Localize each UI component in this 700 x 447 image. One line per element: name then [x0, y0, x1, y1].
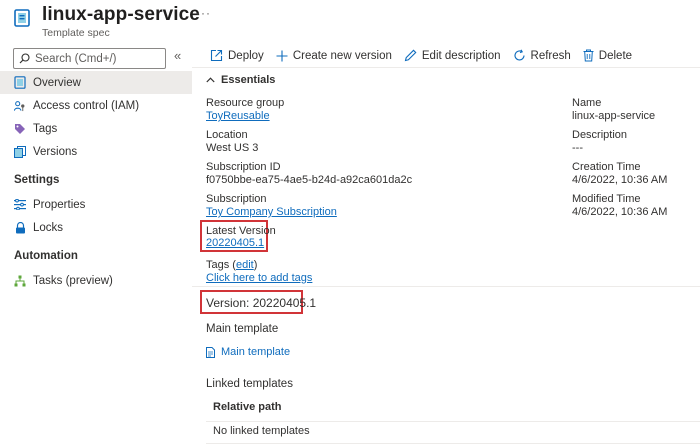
- create-new-version-button[interactable]: Create new version: [276, 50, 392, 62]
- pencil-icon: [404, 49, 417, 62]
- subscription-label: Subscription: [206, 193, 267, 205]
- table-row: No linked templates: [206, 425, 700, 445]
- tag-icon: [14, 123, 26, 135]
- properties-icon: [14, 199, 26, 211]
- sidebar-item-properties[interactable]: Properties: [0, 193, 192, 216]
- name-value: linux-app-service: [572, 110, 656, 122]
- settings-section-title: Settings: [14, 174, 60, 186]
- versions-icon: [14, 145, 26, 158]
- table-header-divider: [206, 421, 700, 422]
- linked-templates-title: Linked templates: [206, 378, 293, 390]
- subscription-link[interactable]: Toy Company Subscription: [206, 206, 337, 218]
- sidebar-item-locks[interactable]: Locks: [0, 216, 192, 239]
- collapse-sidebar-button[interactable]: «: [174, 48, 181, 63]
- description-label: Description: [572, 129, 628, 141]
- edit-description-label: Edit description: [421, 49, 501, 62]
- subscription-id-value: f0750bbe-ea75-4ae5-b24d-a92ca601da2c: [206, 174, 413, 186]
- version-heading: Version: 20220405.1: [206, 296, 317, 310]
- overview-icon: [14, 76, 26, 89]
- sidebar-item-label: Overview: [33, 76, 81, 89]
- location-value: West US 3: [206, 142, 259, 154]
- description-value: ---: [572, 142, 583, 154]
- sidebar-item-overview[interactable]: Overview: [0, 71, 192, 94]
- page-subtitle: Template spec: [42, 27, 110, 39]
- main-template-link-label: Main template: [221, 346, 291, 358]
- main-template-link[interactable]: Main template: [206, 346, 290, 358]
- essentials-title: Essentials: [221, 74, 276, 86]
- sidebar-item-label: Versions: [33, 145, 78, 158]
- deploy-icon: [210, 49, 223, 62]
- chevron-up-icon: [206, 77, 215, 83]
- sidebar-item-access-control[interactable]: Access control (IAM): [0, 94, 192, 117]
- latest-version-link[interactable]: 20220405.1: [206, 237, 264, 249]
- template-spec-icon: [14, 9, 30, 27]
- latest-version-label: Latest Version: [206, 225, 276, 237]
- modified-time-label: Modified Time: [572, 193, 641, 205]
- refresh-button[interactable]: Refresh: [513, 49, 571, 62]
- search-input[interactable]: Search (Cmd+/): [13, 48, 166, 69]
- sidebar-item-label: Locks: [33, 221, 64, 234]
- column-header-relative-path: Relative path: [213, 401, 282, 413]
- delete-button[interactable]: Delete: [583, 49, 632, 62]
- subscription-id-label: Subscription ID: [206, 161, 281, 173]
- tags-edit-link[interactable]: edit: [236, 259, 254, 271]
- deploy-button[interactable]: Deploy: [210, 49, 264, 62]
- lock-icon: [14, 221, 26, 234]
- main-template-title: Main template: [206, 323, 279, 335]
- edit-description-button[interactable]: Edit description: [404, 49, 501, 62]
- sidebar-item-tags[interactable]: Tags: [0, 117, 192, 140]
- plus-icon: [276, 50, 288, 61]
- modified-time-value: 4/6/2022, 10:36 AM: [572, 206, 668, 218]
- sidebar-item-label: Access control (IAM): [33, 99, 140, 112]
- sidebar-item-label: Tags: [33, 122, 58, 135]
- page-title: linux-app-service: [42, 4, 200, 25]
- table-header-relative-path: Relative path: [206, 401, 700, 421]
- sidebar: Search (Cmd+/) « Overview Access control…: [0, 44, 192, 447]
- tags-label: Tags: [206, 259, 230, 271]
- creation-time-label: Creation Time: [572, 161, 641, 173]
- refresh-icon: [514, 49, 525, 61]
- resource-group-link[interactable]: ToyReusable: [206, 110, 270, 122]
- name-label: Name: [572, 97, 602, 109]
- trash-icon: [583, 49, 594, 62]
- refresh-label: Refresh: [530, 49, 571, 62]
- essentials-toggle[interactable]: Essentials: [206, 74, 275, 86]
- tags-label-row: Tags (edit): [206, 259, 258, 271]
- sidebar-item-tasks[interactable]: Tasks (preview): [0, 269, 192, 292]
- search-icon: [19, 53, 30, 64]
- resource-group-label: Resource group: [206, 97, 285, 109]
- automation-section-title: Automation: [14, 250, 78, 262]
- tasks-icon: [14, 275, 26, 287]
- sidebar-item-label: Tasks (preview): [33, 274, 113, 287]
- delete-label: Delete: [598, 49, 633, 62]
- creation-time-value: 4/6/2022, 10:36 AM: [572, 174, 668, 186]
- command-bar: Deploy Create new version Edit descripti…: [192, 44, 700, 68]
- location-label: Location: [206, 129, 248, 141]
- essentials-divider: [192, 286, 700, 287]
- page-header: linux-app-service Template spec ···: [0, 0, 700, 44]
- table-empty-message: No linked templates: [213, 425, 310, 437]
- create-new-version-label: Create new version: [292, 49, 392, 62]
- iam-icon: [14, 100, 26, 112]
- more-options-button[interactable]: ···: [196, 6, 211, 20]
- search-placeholder: Search (Cmd+/): [35, 52, 117, 65]
- table-row-divider: [206, 443, 700, 444]
- sidebar-item-label: Properties: [33, 198, 86, 211]
- file-icon: [206, 346, 215, 358]
- add-tags-link[interactable]: Click here to add tags: [206, 272, 312, 284]
- main-content: Deploy Create new version Edit descripti…: [192, 44, 700, 447]
- sidebar-item-versions[interactable]: Versions: [0, 140, 192, 163]
- deploy-label: Deploy: [228, 49, 264, 62]
